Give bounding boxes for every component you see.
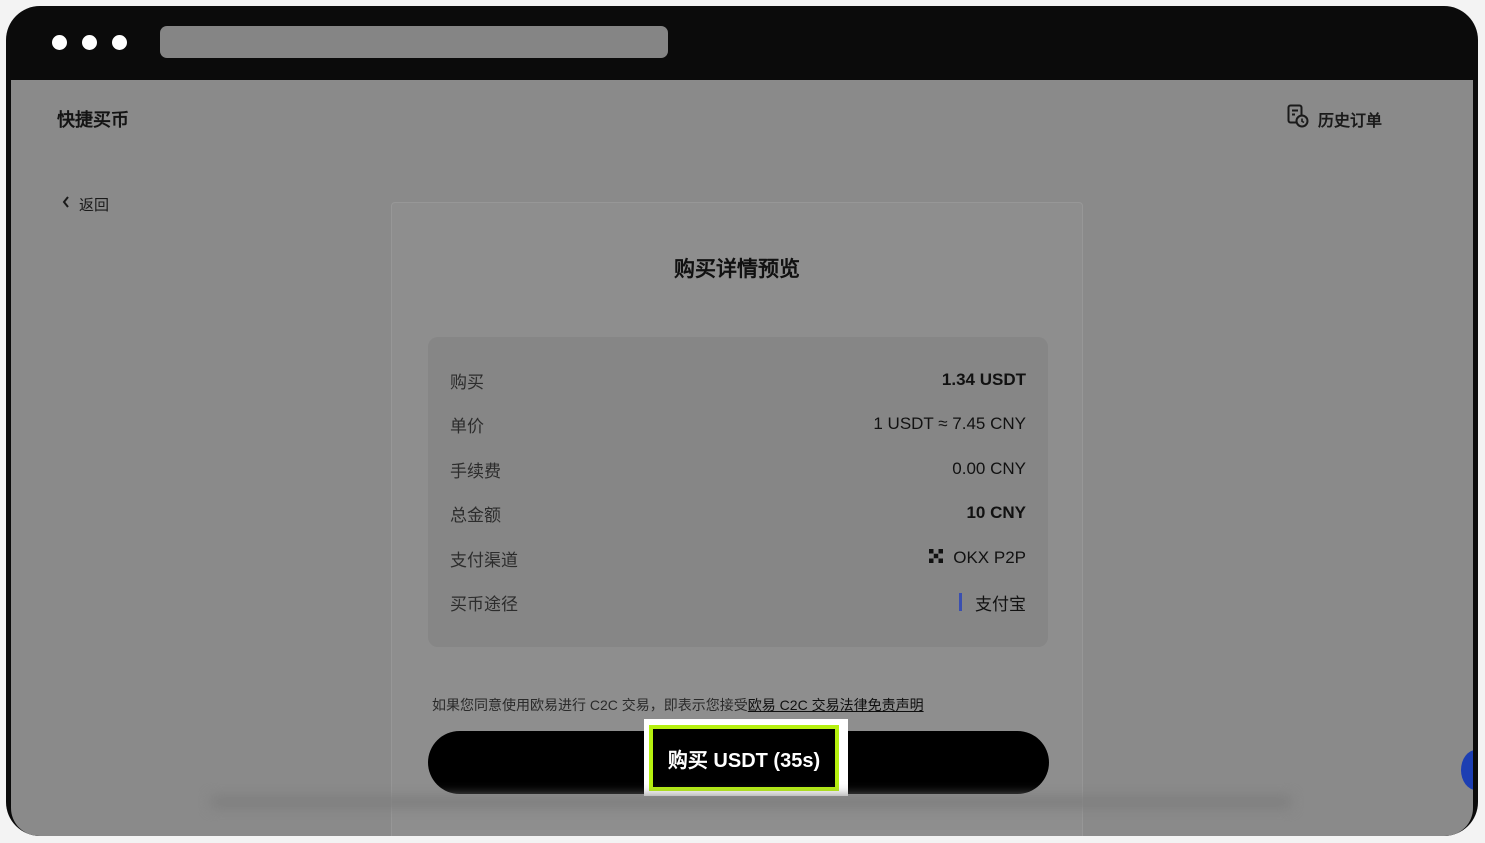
detail-label: 购买: [450, 372, 484, 392]
detail-value: 1.34 USDT: [941, 370, 1026, 389]
detail-value: 0.00 CNY: [952, 459, 1026, 478]
detail-row-payment-channel: 支付渠道 OKX P2P: [450, 543, 1026, 573]
detail-row-purchase-method: 买币途径 支付宝: [450, 587, 1026, 617]
okx-logo-icon: [928, 548, 944, 569]
detail-row-total: 总金额 10 CNY: [450, 498, 1026, 528]
window-dot: [82, 35, 97, 50]
disclaimer: 如果您同意使用欧易进行 C2C 交易，即表示您接受欧易 C2C 交易法律免责声明: [432, 695, 924, 715]
app-title: 快捷买币: [57, 110, 129, 130]
buy-usdt-button[interactable]: 购买 USDT (35s): [649, 725, 839, 791]
app-screen: 快捷买币 历史订单 返回 购买详情预览 购买 1.34 USDT 单价 1 US…: [11, 80, 1473, 836]
window-dot: [112, 35, 127, 50]
detail-value: 1 USDT ≈ 7.45 CNY: [873, 414, 1026, 433]
detail-row-unit-price: 单价 1 USDT ≈ 7.45 CNY: [450, 409, 1026, 439]
history-orders-button[interactable]: 历史订单: [1287, 104, 1382, 133]
window-dot: [52, 35, 67, 50]
alipay-accent-bar: [959, 593, 962, 611]
detail-row-amount: 购买 1.34 USDT: [450, 365, 1026, 395]
detail-value: 10 CNY: [966, 503, 1026, 522]
detail-label: 手续费: [450, 461, 501, 481]
receipt-clock-icon: [1287, 104, 1309, 133]
disclaimer-link[interactable]: 欧易 C2C 交易法律免责声明: [748, 697, 924, 713]
disclaimer-text: 如果您同意使用欧易进行 C2C 交易，即表示您接受: [432, 697, 748, 713]
buy-button-label: 购买 USDT (35s): [667, 749, 821, 772]
history-orders-label: 历史订单: [1318, 112, 1383, 130]
back-link[interactable]: 返回: [61, 194, 109, 215]
detail-label: 总金额: [450, 505, 501, 525]
detail-row-fee: 手续费 0.00 CNY: [450, 454, 1026, 484]
detail-label: 买币途径: [450, 594, 518, 614]
card-title: 购买详情预览: [674, 258, 800, 281]
detail-value: OKX P2P: [953, 548, 1026, 567]
detail-label: 单价: [450, 416, 484, 436]
address-bar[interactable]: [160, 26, 668, 58]
detail-value-group: OKX P2P: [928, 548, 1026, 569]
floating-help-button[interactable]: [1461, 750, 1473, 790]
back-label: 返回: [79, 197, 110, 214]
detail-value: 支付宝: [975, 594, 1026, 614]
chevron-left-icon: [61, 195, 71, 214]
purchase-details: 购买 1.34 USDT 单价 1 USDT ≈ 7.45 CNY 手续费 0.…: [428, 337, 1048, 647]
window-titlebar: [6, 6, 1478, 80]
detail-value-group: 支付宝: [959, 590, 1026, 615]
detail-label: 支付渠道: [450, 550, 518, 570]
bottom-shadow: [211, 796, 1291, 808]
device-frame: 快捷买币 历史订单 返回 购买详情预览 购买 1.34 USDT 单价 1 US…: [6, 6, 1478, 836]
